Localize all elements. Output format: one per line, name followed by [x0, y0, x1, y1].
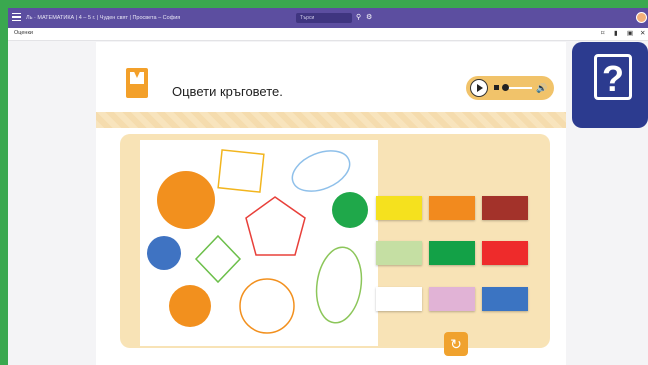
search-icon[interactable]: ⚲ — [356, 13, 361, 23]
reset-button[interactable]: ↻ — [444, 332, 468, 356]
stop-icon[interactable] — [494, 85, 499, 90]
coloring-area: ↻ — [120, 134, 550, 356]
shape-diamond[interactable] — [194, 234, 242, 284]
play-icon[interactable] — [470, 79, 488, 97]
audio-player: 🔊 — [466, 76, 554, 100]
color-swatch-orange[interactable] — [429, 196, 475, 220]
exercise-page: Оцвети кръговете. 🔊 ↻ — [96, 42, 566, 365]
shape-circle-orange-large[interactable] — [157, 171, 215, 229]
color-swatch-red[interactable] — [482, 241, 528, 265]
task-instruction: Оцвети кръговете. — [172, 84, 283, 99]
book-icon[interactable]: ▮ — [614, 30, 618, 38]
avatar[interactable] — [636, 12, 647, 23]
audio-progress-handle[interactable] — [502, 84, 509, 91]
search-input[interactable]: Търси — [296, 13, 352, 23]
shape-circle-outline[interactable] — [239, 278, 295, 334]
color-swatch-light-green[interactable] — [376, 241, 422, 265]
shape-pentagon[interactable] — [245, 196, 306, 256]
fullscreen-icon[interactable]: ▣ — [627, 30, 633, 38]
color-swatch-blue[interactable] — [482, 287, 528, 311]
shape-circle-orange-small[interactable] — [169, 285, 211, 327]
color-swatch-pink[interactable] — [429, 287, 475, 311]
color-swatch-yellow[interactable] — [376, 196, 422, 220]
app-frame: Ль · МАТЕМАТИКА | 4 – 5 г. | Чуден свят … — [8, 8, 648, 365]
shape-square[interactable] — [217, 149, 265, 193]
volume-icon[interactable]: 🔊 — [536, 82, 547, 94]
color-swatch-white[interactable] — [376, 287, 422, 311]
refresh-icon: ↻ — [450, 336, 462, 352]
color-swatch-green[interactable] — [429, 241, 475, 265]
sub-bar: Оценки ⌑ ▮ ▣ ✕ — [8, 28, 648, 41]
shapes-canvas — [140, 140, 378, 346]
close-icon[interactable]: ✕ — [640, 30, 645, 38]
menu-icon[interactable] — [12, 13, 21, 23]
shape-circle-blue[interactable] — [147, 236, 181, 270]
publisher-logo — [126, 68, 148, 98]
grades-label[interactable]: Оценки — [14, 30, 33, 36]
settings-icon[interactable]: ⚙ — [366, 13, 372, 23]
help-button[interactable]: ? — [572, 42, 648, 128]
shape-ellipse-green[interactable] — [312, 244, 366, 325]
color-swatch-brown[interactable] — [482, 196, 528, 220]
top-bar: Ль · МАТЕМАТИКА | 4 – 5 г. | Чуден свят … — [8, 8, 648, 28]
book-title: Ль · МАТЕМАТИКА | 4 – 5 г. | Чуден свят … — [26, 15, 181, 21]
bookmark-icon[interactable]: ⌑ — [601, 30, 604, 38]
shape-ellipse-blue[interactable] — [286, 143, 355, 199]
question-icon: ? — [594, 54, 632, 100]
shape-circle-green[interactable] — [332, 192, 368, 228]
